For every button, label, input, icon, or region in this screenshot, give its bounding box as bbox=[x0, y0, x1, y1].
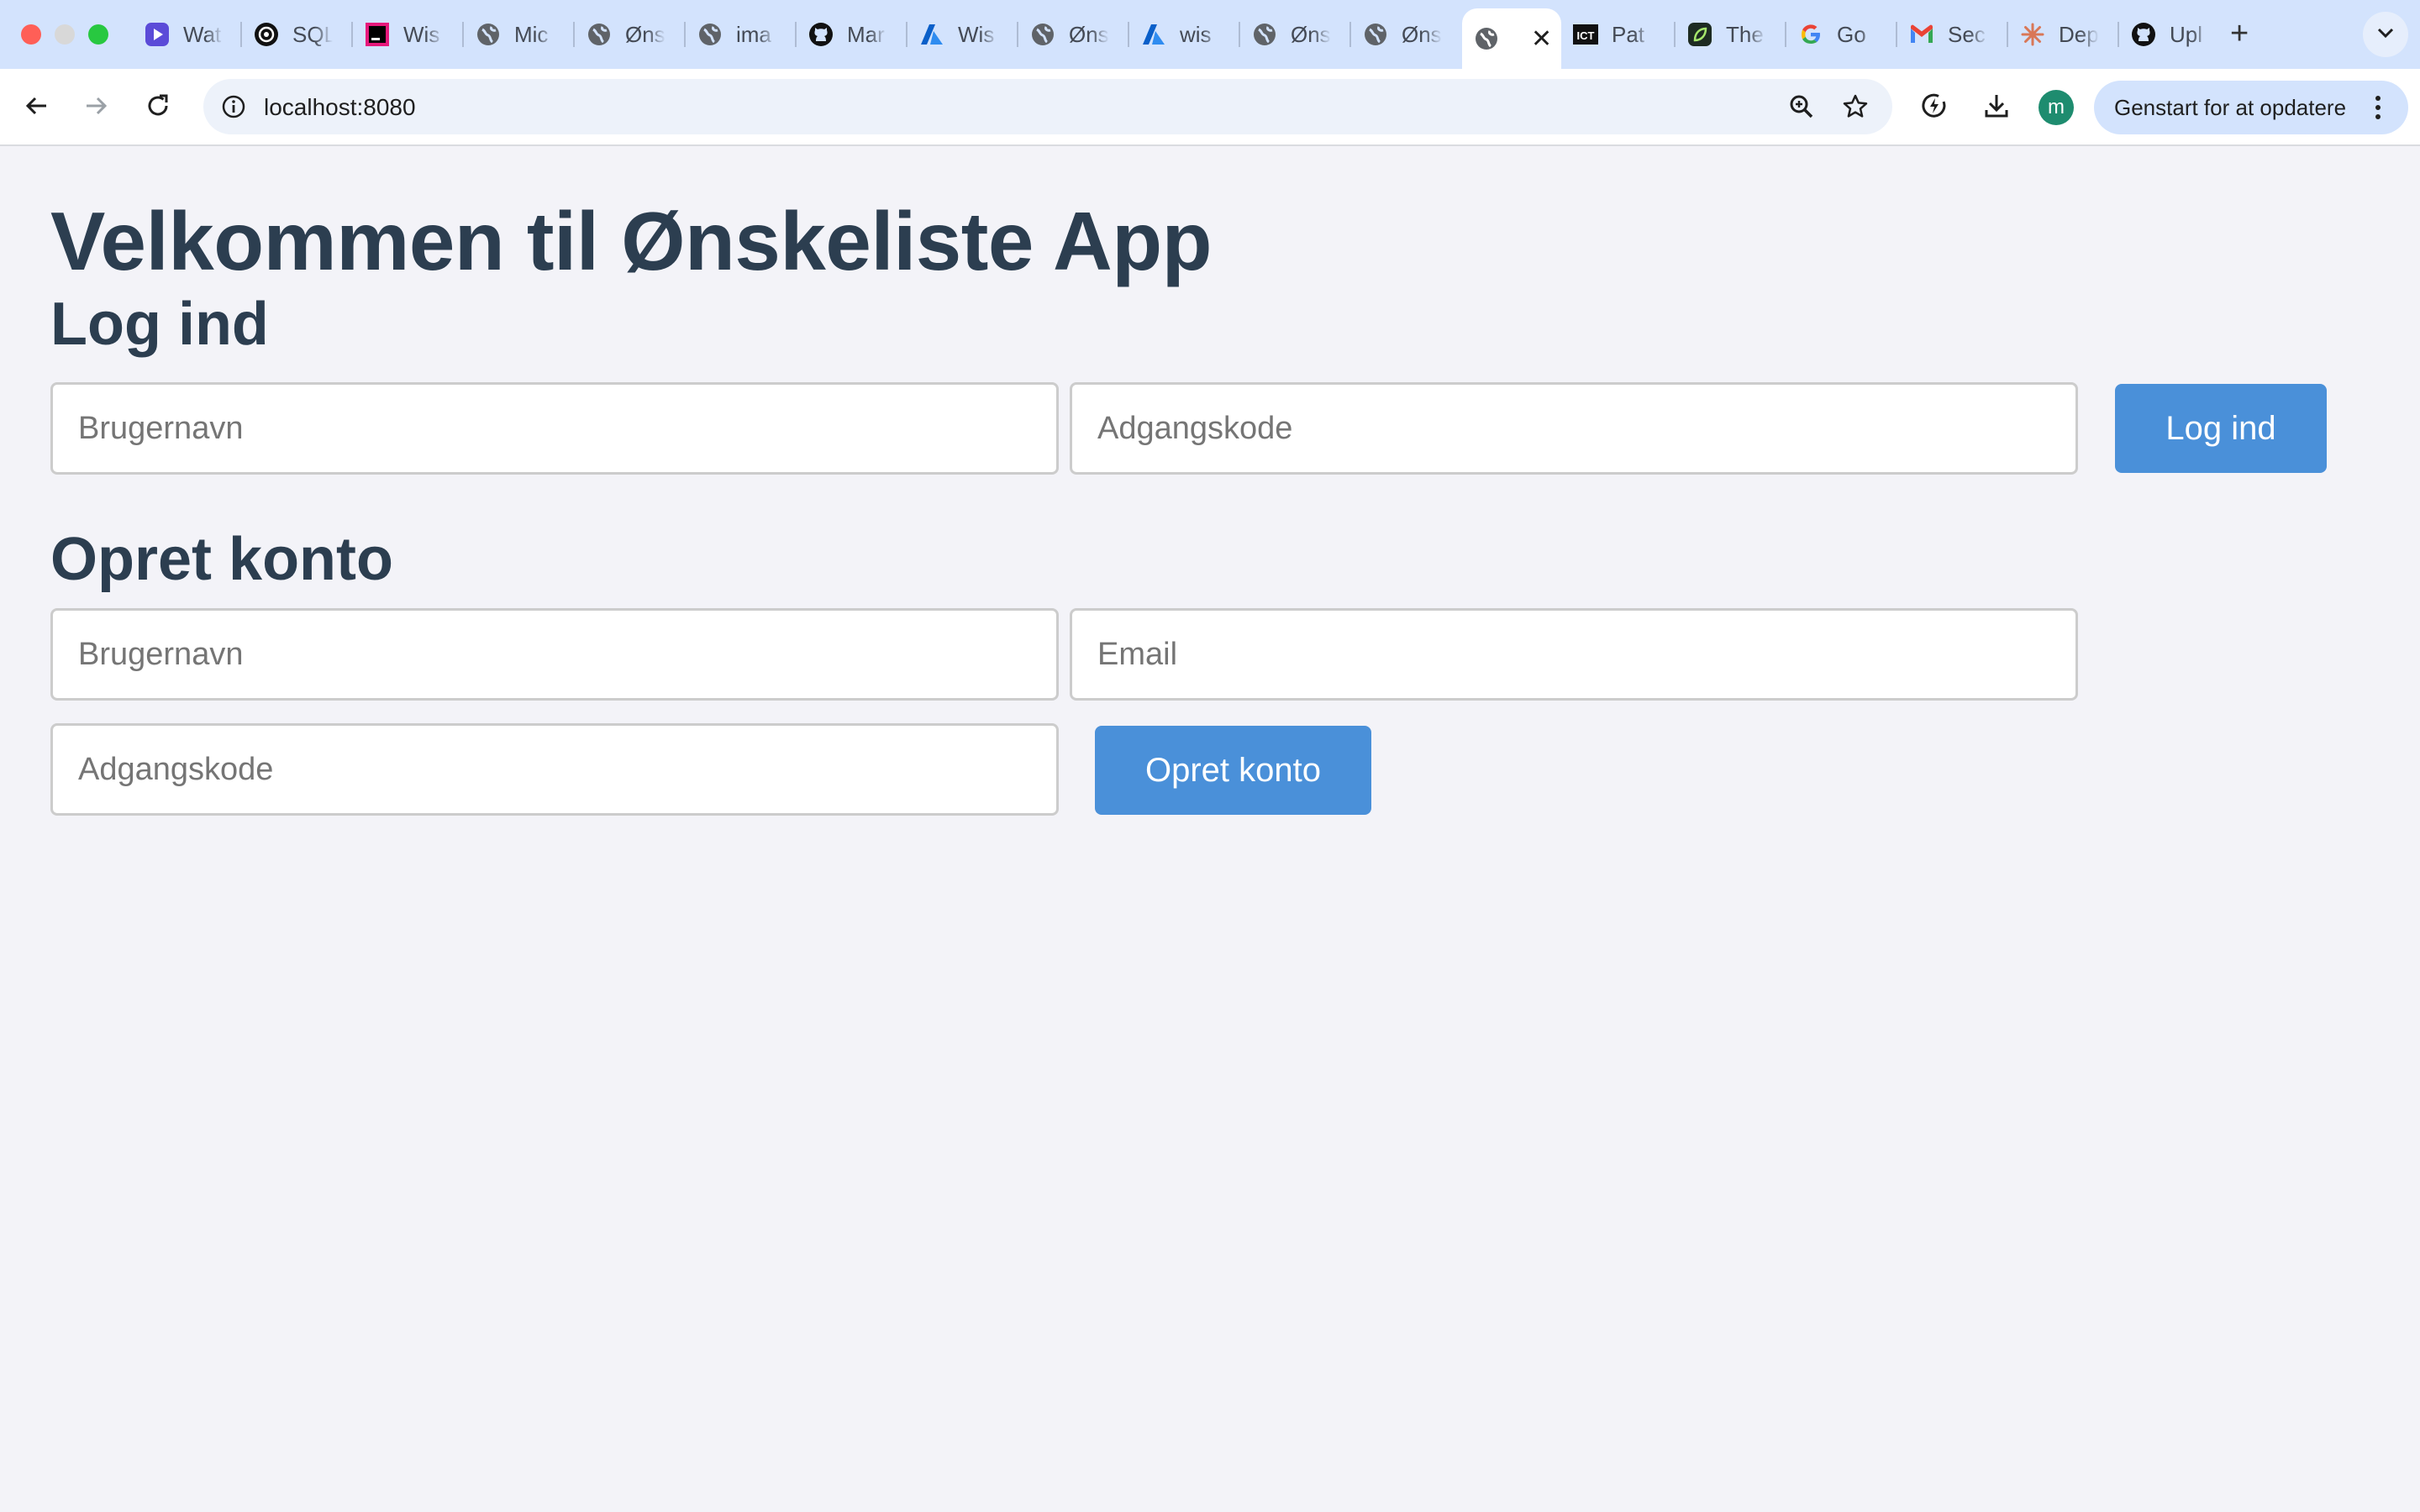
restart-label: Genstart for at opdatere bbox=[2114, 94, 2347, 120]
tab-close-icon[interactable]: ✕ bbox=[1531, 24, 1552, 54]
tab[interactable]: The bbox=[1676, 8, 1786, 60]
gmail-icon bbox=[1907, 20, 1936, 49]
register-button[interactable]: Opret konto bbox=[1095, 726, 1371, 815]
tab[interactable]: Sec bbox=[1897, 8, 2008, 60]
tab-label: SQL bbox=[292, 21, 333, 47]
tab-label: Mar bbox=[847, 21, 885, 47]
arrow-right-icon bbox=[82, 92, 109, 123]
tab-label: Pat bbox=[1612, 21, 1645, 47]
tab[interactable]: Wis bbox=[908, 8, 1018, 60]
forward-button[interactable] bbox=[77, 89, 114, 126]
site-info-icon[interactable] bbox=[215, 88, 252, 125]
azure-icon bbox=[918, 20, 946, 49]
tab[interactable]: Øns bbox=[1240, 8, 1351, 60]
login-username-input[interactable] bbox=[50, 382, 1059, 475]
register-heading: Opret konto bbox=[50, 526, 393, 593]
leaf-icon bbox=[1686, 20, 1714, 49]
tab[interactable]: ima bbox=[686, 8, 797, 60]
tab-label: Øns bbox=[1402, 21, 1442, 47]
tab-list: Wat SQL Wis Mic Øns ima Mar Wis Øns wis … bbox=[133, 8, 2228, 69]
tab[interactable]: Øns bbox=[1351, 8, 1462, 60]
tab-label: Wat bbox=[183, 21, 222, 47]
globe-icon bbox=[474, 20, 502, 49]
chevron-down-icon bbox=[2376, 27, 2395, 43]
tab-label: ima bbox=[736, 21, 771, 47]
more-menu-icon[interactable] bbox=[2360, 89, 2396, 126]
globe-icon bbox=[1028, 20, 1057, 49]
svg-text:ICT: ICT bbox=[1577, 29, 1595, 42]
back-button[interactable] bbox=[18, 89, 55, 126]
tab[interactable]: Upl bbox=[2119, 8, 2228, 60]
tab[interactable]: Mic bbox=[464, 8, 575, 60]
profile-avatar[interactable]: m bbox=[2039, 90, 2074, 125]
news-icon: ICT bbox=[1571, 20, 1600, 49]
tab-strip: Wat SQL Wis Mic Øns ima Mar Wis Øns wis … bbox=[0, 0, 2420, 69]
zoom-icon[interactable] bbox=[1783, 88, 1820, 125]
tab[interactable]: Dep bbox=[2008, 8, 2119, 60]
tab-label: Upl bbox=[2170, 21, 2203, 47]
tab-label: Sec bbox=[1948, 21, 1986, 47]
tab-label: Wis bbox=[958, 21, 995, 47]
downloads-button[interactable] bbox=[1978, 89, 2015, 126]
tab-label: Wis bbox=[403, 21, 440, 47]
login-button[interactable]: Log ind bbox=[2115, 384, 2327, 473]
url-text[interactable]: localhost:8080 bbox=[264, 94, 416, 121]
azure-icon bbox=[1139, 20, 1168, 49]
performance-button[interactable] bbox=[1916, 89, 1953, 126]
window-close-button[interactable] bbox=[21, 24, 41, 45]
tab-label: Mic bbox=[514, 21, 549, 47]
globe-icon bbox=[1472, 24, 1501, 53]
download-icon bbox=[1982, 92, 2011, 124]
register-username-input[interactable] bbox=[50, 608, 1059, 701]
tab-label: wis bbox=[1180, 21, 1212, 47]
tab-label: The bbox=[1726, 21, 1764, 47]
restart-to-update-button[interactable]: Genstart for at opdatere bbox=[2094, 81, 2408, 134]
claude-icon bbox=[2018, 20, 2047, 49]
bookmark-star-icon[interactable] bbox=[1837, 88, 1874, 125]
globe-icon bbox=[1250, 20, 1279, 49]
tab[interactable]: Øns bbox=[1018, 8, 1129, 60]
tab[interactable]: SQL bbox=[242, 8, 353, 60]
tab-label: Dep bbox=[2059, 21, 2099, 47]
tab[interactable]: ICT Pat bbox=[1561, 8, 1676, 60]
tab-active[interactable]: ✕ bbox=[1462, 8, 1561, 69]
address-bar[interactable]: localhost:8080 bbox=[203, 79, 1892, 134]
speed-icon bbox=[1920, 92, 1949, 124]
tab[interactable]: wis bbox=[1129, 8, 1240, 60]
arrow-left-icon bbox=[24, 92, 50, 123]
new-tab-button[interactable]: + bbox=[2230, 15, 2249, 52]
globe-icon bbox=[696, 20, 724, 49]
reload-button[interactable] bbox=[139, 89, 176, 126]
tab-label: Go bbox=[1837, 21, 1866, 47]
openai-icon bbox=[252, 20, 281, 49]
tab[interactable]: Wis bbox=[353, 8, 464, 60]
globe-icon bbox=[585, 20, 613, 49]
tab[interactable]: Go bbox=[1786, 8, 1897, 60]
globe-icon bbox=[1361, 20, 1390, 49]
github-icon bbox=[2129, 20, 2158, 49]
tab[interactable]: Mar bbox=[797, 8, 908, 60]
github-icon bbox=[807, 20, 835, 49]
page-content: Velkommen til Ønskeliste App Log ind Log… bbox=[0, 148, 2420, 1512]
jetbrains-icon bbox=[363, 20, 392, 49]
window-zoom-button[interactable] bbox=[88, 24, 108, 45]
tab-label: Øns bbox=[625, 21, 666, 47]
tab-label: Øns bbox=[1291, 21, 1331, 47]
register-email-input[interactable] bbox=[1070, 608, 2078, 701]
tab[interactable]: Wat bbox=[133, 8, 242, 60]
login-heading: Log ind bbox=[50, 291, 269, 358]
tab-label: Øns bbox=[1069, 21, 1109, 47]
page-title: Velkommen til Ønskeliste App bbox=[50, 195, 1213, 287]
window-minimize-button[interactable] bbox=[55, 24, 75, 45]
tab-search-button[interactable] bbox=[2363, 12, 2408, 57]
login-password-input[interactable] bbox=[1070, 382, 2078, 475]
reload-icon bbox=[145, 92, 171, 123]
register-password-input[interactable] bbox=[50, 723, 1059, 816]
tab[interactable]: Øns bbox=[575, 8, 686, 60]
google-icon bbox=[1797, 20, 1825, 49]
browser-toolbar: localhost:8080 m Genstart for at opdater… bbox=[0, 69, 2420, 146]
video-icon bbox=[143, 20, 171, 49]
